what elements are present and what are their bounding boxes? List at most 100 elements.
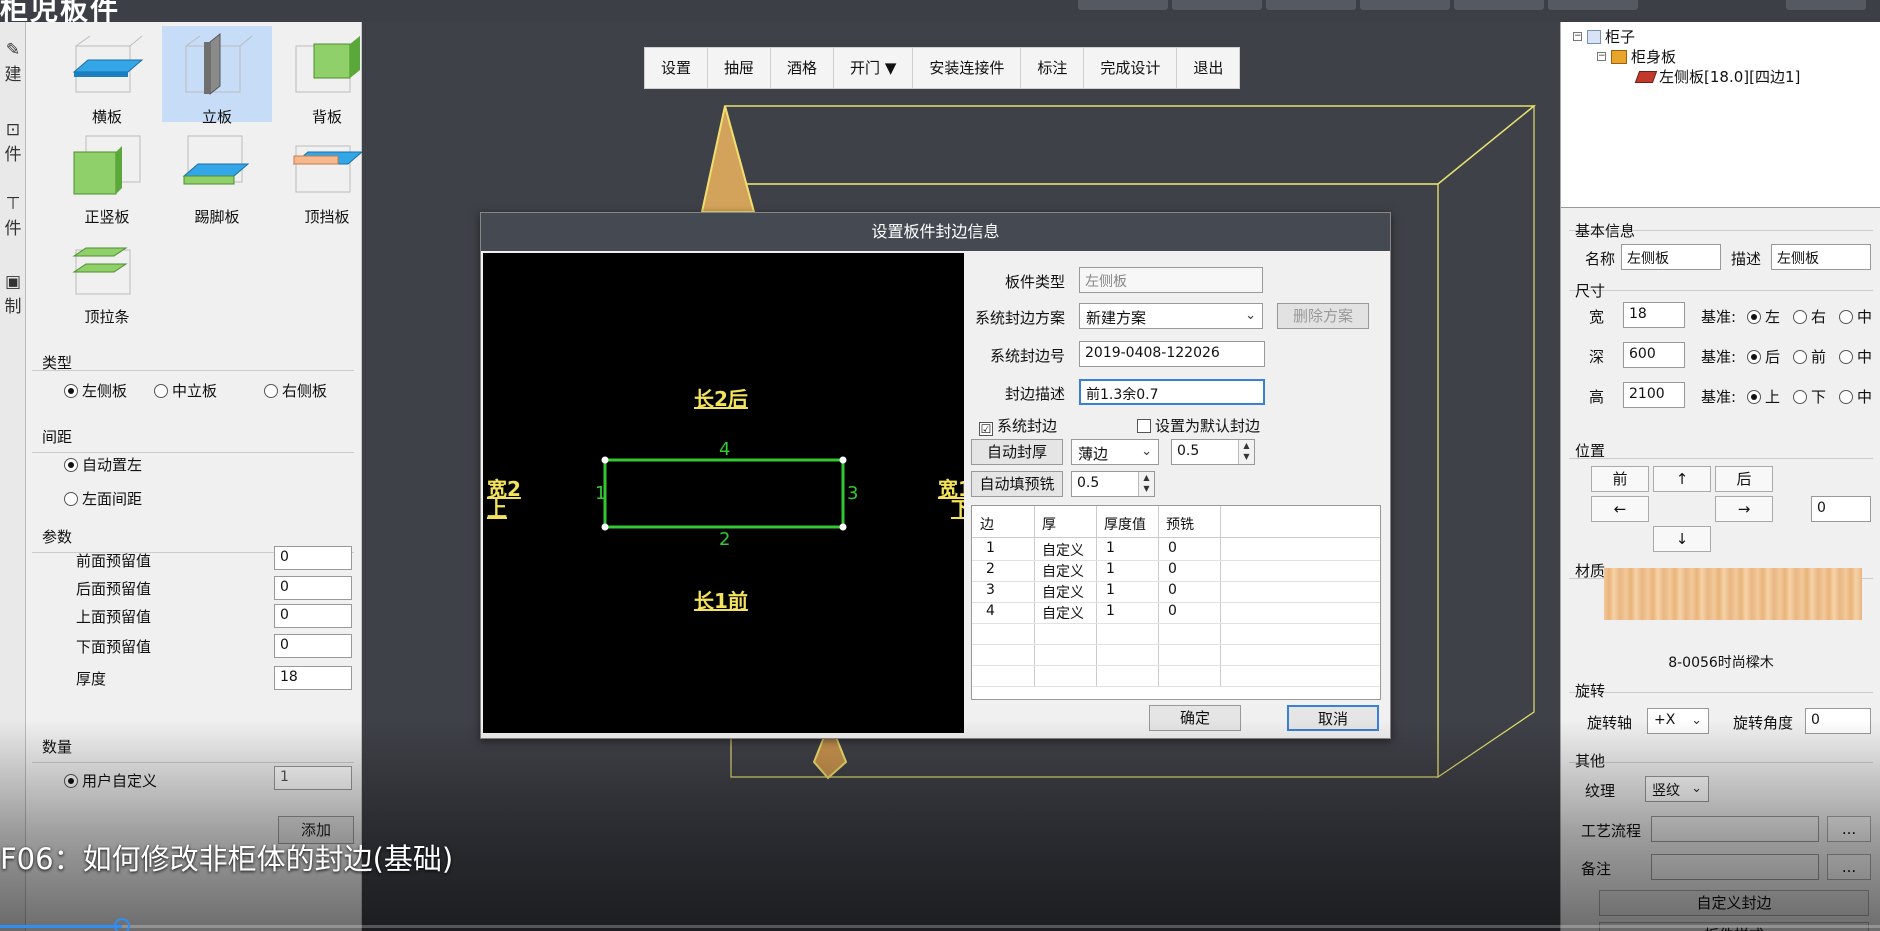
ok-button[interactable]: 确定 — [1149, 705, 1241, 731]
scheme-select[interactable]: 新建方案 ⌄ — [1079, 303, 1263, 329]
desc-input[interactable]: 左侧板 — [1771, 244, 1871, 270]
spacing-left-gap-radio[interactable]: 左面间距 — [64, 488, 142, 509]
tree-node-cabinet[interactable]: 柜子 — [1587, 26, 1635, 47]
rotate-angle-input[interactable]: 0 — [1805, 708, 1871, 734]
quantity-input[interactable]: 1 — [274, 766, 352, 790]
auto-thickness-button[interactable]: 自动封厚 — [971, 439, 1063, 465]
cell[interactable]: 0 — [1168, 540, 1177, 556]
title-bar-button-3[interactable] — [1266, 0, 1356, 10]
cell[interactable]: 1 — [1106, 582, 1115, 598]
param-input-bottom[interactable]: 0 — [274, 634, 352, 658]
toolbar-settings-button[interactable]: 设置 — [645, 48, 709, 88]
width-base-center-radio[interactable]: 中 — [1839, 306, 1872, 327]
cell[interactable]: 1 — [1106, 561, 1115, 577]
cell[interactable]: 1 — [1106, 603, 1115, 619]
custom-edge-button[interactable]: 自定义封边 — [1599, 890, 1869, 916]
title-bar-button-2[interactable] — [1172, 0, 1262, 10]
cancel-button[interactable]: 取消 — [1287, 705, 1379, 731]
width-base-left-radio[interactable]: 左 — [1747, 306, 1780, 327]
cell[interactable]: 0 — [1168, 561, 1177, 577]
title-bar-button-4[interactable] — [1360, 0, 1450, 10]
param-input-front[interactable]: 0 — [274, 546, 352, 570]
tree-node-body-boards[interactable]: 柜身板 — [1611, 46, 1676, 67]
move-left-button[interactable]: ← — [1591, 496, 1649, 522]
spacing-auto-left-radio[interactable]: 自动置左 — [64, 454, 142, 475]
note-input[interactable] — [1651, 854, 1819, 880]
cell[interactable]: 自定义 — [1042, 540, 1084, 560]
type-middle-radio[interactable]: 中立板 — [154, 380, 217, 401]
palette-top-strip[interactable]: 顶拉条 — [52, 226, 162, 326]
strip-item-build[interactable]: ✎ 建 — [0, 40, 26, 85]
toolbar-exit-button[interactable]: 退出 — [1177, 48, 1239, 88]
note-browse-button[interactable]: ... — [1827, 854, 1871, 880]
process-input[interactable] — [1651, 816, 1819, 842]
depth-base-center-radio[interactable]: 中 — [1839, 346, 1872, 367]
param-input-back[interactable]: 0 — [274, 576, 352, 600]
texture-select[interactable]: 竖纹 ⌄ — [1645, 776, 1709, 802]
collapse-icon[interactable]: − — [1597, 52, 1606, 61]
video-progress-bar[interactable] — [0, 918, 1880, 931]
toolbar-drawer-button[interactable]: 抽屉 — [708, 48, 772, 88]
height-base-center-radio[interactable]: 中 — [1839, 386, 1872, 407]
tree-node-left-side-board[interactable]: 左侧板[18.0][四边1] — [1634, 66, 1800, 87]
title-bar-button-1[interactable] — [1078, 0, 1168, 10]
thin-edge-select[interactable]: 薄边 ⌄ — [1071, 439, 1159, 465]
material-swatch[interactable] — [1604, 568, 1862, 620]
toolbar-wine-rack-button[interactable]: 酒格 — [771, 48, 835, 88]
move-up-button[interactable]: ↑ — [1653, 466, 1711, 492]
toolbar-annotate-button[interactable]: 标注 — [1021, 48, 1085, 88]
thin-edge-stepper[interactable]: 0.5 ▲ ▼ — [1171, 439, 1255, 465]
cell[interactable]: 自定义 — [1042, 582, 1084, 602]
toolbar-finish-button[interactable]: 完成设计 — [1084, 48, 1178, 88]
cell[interactable]: 3 — [986, 582, 995, 598]
height-input[interactable]: 2100 — [1623, 382, 1685, 408]
move-back-button[interactable]: 后 — [1715, 466, 1773, 492]
palette-kick-board[interactable]: 踢脚板 — [162, 126, 272, 226]
param-input-thickness[interactable]: 18 — [274, 666, 352, 690]
cell[interactable]: 0 — [1168, 603, 1177, 619]
move-down-button[interactable]: ↓ — [1653, 526, 1711, 552]
move-front-button[interactable]: 前 — [1591, 466, 1649, 492]
toolbar-connector-button[interactable]: 安装连接件 — [913, 48, 1022, 88]
cell[interactable]: 1 — [1106, 540, 1115, 556]
quantity-custom-radio[interactable]: 用户自定义 — [64, 770, 157, 791]
palette-horizontal-board[interactable]: 横板 — [52, 26, 162, 126]
cell[interactable]: 自定义 — [1042, 561, 1084, 581]
palette-front-vertical-board[interactable]: 正竖板 — [52, 126, 162, 226]
cell[interactable]: 自定义 — [1042, 603, 1084, 623]
rotate-axis-select[interactable]: +X ⌄ — [1647, 708, 1709, 734]
strip-item-parts[interactable]: ⊡ 件 — [0, 120, 26, 165]
spin-arrows-icon[interactable]: ▲ ▼ — [1138, 472, 1154, 496]
cell[interactable]: 4 — [986, 603, 995, 619]
move-right-button[interactable]: → — [1715, 496, 1773, 522]
toolbar-door-button[interactable]: 开门 ▼ — [834, 48, 914, 88]
name-input[interactable]: 左侧板 — [1621, 244, 1721, 270]
auto-fill-button[interactable]: 自动填预铣 — [971, 471, 1063, 497]
depth-base-front-radio[interactable]: 前 — [1793, 346, 1826, 367]
default-edge-checkbox[interactable]: 设置为默认封边 — [1137, 415, 1260, 436]
cell[interactable]: 0 — [1168, 582, 1177, 598]
width-input[interactable]: 18 — [1623, 302, 1685, 328]
edge-number-input[interactable]: 2019-0408-122026 — [1079, 341, 1265, 367]
depth-base-back-radio[interactable]: 后 — [1747, 346, 1780, 367]
system-edge-checkbox[interactable]: ☑ 系统封边 — [979, 415, 1057, 436]
type-right-side-radio[interactable]: 右侧板 — [264, 380, 327, 401]
process-browse-button[interactable]: ... — [1827, 816, 1871, 842]
width-base-right-radio[interactable]: 右 — [1793, 306, 1826, 327]
strip-item-custom[interactable]: ▣ 制 — [0, 272, 26, 317]
height-base-bottom-radio[interactable]: 下 — [1793, 386, 1826, 407]
param-input-top[interactable]: 0 — [274, 604, 352, 628]
board-type-input[interactable]: 左侧板 — [1079, 267, 1263, 293]
palette-vertical-board[interactable]: 立板 — [162, 26, 272, 126]
delete-scheme-button[interactable]: 删除方案 — [1277, 303, 1369, 329]
collapse-icon[interactable]: − — [1573, 32, 1582, 41]
height-base-top-radio[interactable]: 上 — [1747, 386, 1780, 407]
window-controls[interactable] — [1786, 0, 1866, 10]
spin-arrows-icon[interactable]: ▲ ▼ — [1238, 440, 1254, 464]
progress-handle[interactable] — [114, 918, 131, 931]
depth-input[interactable]: 600 — [1623, 342, 1685, 368]
cell[interactable]: 2 — [986, 561, 995, 577]
strip-item-hardware[interactable]: ⊤ 件 — [0, 194, 26, 239]
edge-desc-input[interactable]: 前1.3余0.7 — [1079, 379, 1265, 405]
cell[interactable]: 1 — [986, 540, 995, 556]
